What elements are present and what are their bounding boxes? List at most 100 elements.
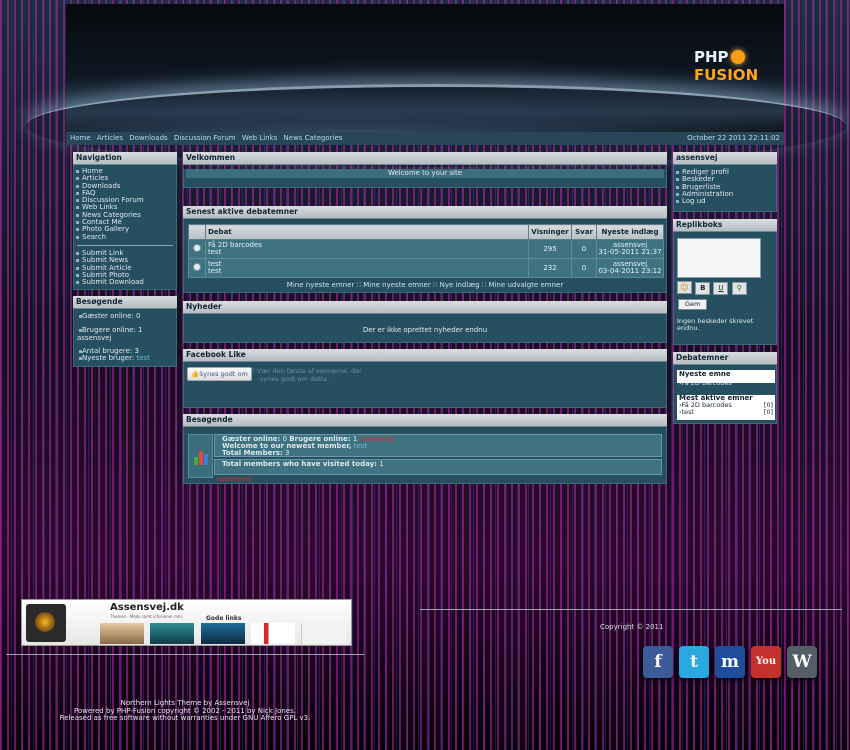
thread-last-post: assensvej 03-04-2011 23:12: [596, 258, 664, 278]
promo-banner[interactable]: Assensvej.dk Themes - Mods samt infusion…: [21, 599, 352, 646]
topnav-downloads[interactable]: Downloads: [129, 134, 167, 142]
link-logout[interactable]: Log ud: [674, 197, 776, 205]
active-topics-box: Mest aktive emner ›Få 2D barcodes [0] ›te…: [677, 395, 775, 421]
nav-submit-download[interactable]: Submit Download: [74, 278, 176, 286]
myspace-icon[interactable]: m: [715, 646, 745, 678]
col-icon-header: [188, 224, 206, 240]
topics-title: Debatemner: [673, 352, 777, 366]
newest-topic-link[interactable]: Få 2D barcodes: [682, 379, 732, 387]
promo-thumb-1: [100, 623, 144, 644]
guests-online: Gæster online: 0: [77, 313, 174, 320]
col-last-post-header: Nyeste indlæg: [596, 224, 664, 240]
thread-topic-link[interactable]: Få 2D barcodes: [208, 242, 527, 249]
facebook-like-text: f Vær den første af vennerne, der synes g…: [252, 367, 362, 383]
center-column: Velkommen Welcome to your site Senest ak…: [183, 152, 667, 484]
logo-orb-icon: [730, 50, 745, 64]
newest-user-link[interactable]: test: [136, 354, 149, 362]
nav-divider: [77, 244, 173, 246]
threads-title: Senest aktive debatemner: [183, 206, 667, 219]
facebook-like-button[interactable]: 👍Synes godt om: [187, 367, 252, 381]
navigation-panel-title: Navigation: [73, 152, 177, 165]
table-row[interactable]: Få 2D barcodes test 295 0 assensvej 31-05-…: [188, 239, 664, 259]
newest-topic-item: ›Få 2D barcodes: [679, 379, 732, 388]
thread-topic-cell: Få 2D barcodes test: [205, 239, 529, 259]
topnav-news-categories[interactable]: News Categories: [284, 134, 343, 142]
threads-panel: Debat Visninger Svar Nyeste indlæg Få 2D…: [183, 219, 667, 293]
user-panel-title: assensvej: [673, 152, 777, 165]
total-members-label: Total Members:: [222, 449, 283, 457]
col-replies-header: Svar: [571, 224, 597, 240]
link-icon[interactable]: ⚲: [731, 282, 747, 296]
visited-today-label: Total members who have visited today:: [222, 460, 377, 468]
date-time: October 22 2011 22:11:02: [687, 134, 780, 142]
welcome-text: Welcome to your site: [186, 169, 664, 178]
topics-panel: Nyeste emne ›Få 2D barcodes Mest aktive …: [673, 365, 777, 425]
wordpress-icon[interactable]: W: [787, 646, 817, 678]
welcome-panel: Welcome to your site: [183, 169, 667, 188]
stats-chart-icon: [194, 451, 208, 465]
col-debat-header: Debat: [205, 224, 529, 240]
logo-text-php: PHP: [694, 48, 729, 66]
nav-search[interactable]: Search: [74, 233, 176, 241]
underline-icon[interactable]: U: [713, 282, 729, 296]
facebook-icon[interactable]: f: [643, 646, 673, 678]
thread-author[interactable]: test: [208, 249, 527, 256]
news-empty-text: Der er ikke oprettet nyheder endnu: [362, 326, 488, 334]
like-button-label: Synes godt om: [199, 370, 248, 378]
active-topic-link[interactable]: ›test: [679, 409, 694, 416]
last-post-date: 03-04-2011 23:12: [598, 267, 662, 275]
footer-line-right: [420, 609, 842, 610]
promo-thumb-4: [251, 623, 295, 644]
list-item[interactable]: ›test [0]: [679, 409, 775, 416]
visited-today-user[interactable]: assensvej: [217, 475, 251, 483]
users-online: Brugere online: 1: [77, 326, 174, 334]
thread-author[interactable]: test: [208, 268, 527, 275]
youtube-icon[interactable]: You: [751, 646, 781, 678]
thread-status-icon: [193, 244, 201, 252]
thread-views: 295: [528, 239, 572, 259]
forum-links: Mine nyeste emner ∷ Mine nyeste emner ∷ …: [286, 281, 564, 289]
shoutbox-panel: ☺ B U ⚲ Gem Ingen beskeder skrevet endnu…: [673, 232, 777, 346]
promo-logo-image: [26, 604, 66, 642]
link-my-topics[interactable]: Mine nyeste emner: [287, 281, 355, 289]
thread-last-post: assensvej 31-05-2011 21:37: [596, 239, 664, 259]
shoutbox-toolbar: ☺ B U ⚲: [677, 281, 747, 296]
thread-topic-link[interactable]: test: [208, 261, 527, 268]
footer-credits: Northern Lights Theme by Assensvej Power…: [20, 699, 350, 723]
thread-views: 232: [528, 258, 572, 278]
newest-user-label: Nyeste bruger:: [82, 354, 135, 363]
newest-user-row: Nyeste bruger: test: [77, 355, 174, 362]
topnav-weblinks[interactable]: Web Links: [242, 134, 277, 142]
welcome-title: Velkommen: [183, 152, 667, 165]
visited-today-box: Total members who have visited today: 1: [214, 459, 662, 475]
fb-text-line2: synes godt om dette.: [260, 375, 330, 383]
thread-status-icon: [193, 263, 201, 271]
twitter-icon[interactable]: t: [679, 646, 709, 678]
visitors-center-panel: Gæster online: 0 Brugere online: 1 assen…: [183, 427, 667, 484]
shoutbox-title: Replikboks: [673, 219, 777, 233]
promo-thumb-3: [201, 623, 245, 644]
shoutbox-textarea[interactable]: [677, 238, 761, 279]
topnav-forum[interactable]: Discussion Forum: [174, 134, 236, 142]
promo-thumb-2: [150, 623, 194, 644]
link-tracked-threads[interactable]: Mine udvalgte emner: [489, 281, 564, 289]
copyright-text: Copyright © 2011: [600, 623, 664, 631]
header-banner: PHPFUSION: [26, 4, 846, 133]
smiley-icon[interactable]: ☺: [677, 281, 692, 295]
news-title: Nyheder: [183, 301, 667, 314]
save-button[interactable]: Gem: [678, 299, 708, 311]
bold-icon[interactable]: B: [695, 282, 711, 296]
link-new-posts[interactable]: Nye indlæg: [440, 281, 480, 289]
table-row[interactable]: test test 232 0 assensvej 03-04-2011 23:12: [188, 258, 664, 278]
user-panel: Rediger profil Beskeder Brugerliste Admi…: [673, 165, 777, 213]
online-user[interactable]: assensvej: [77, 334, 174, 342]
shoutbox-empty-text: Ingen beskeder skrevet endnu.: [677, 317, 754, 333]
navigation-panel: Home Articles Downloads FAQ Discussion F…: [73, 165, 177, 291]
fb-text-line1: Vær den første af vennerne, der: [256, 367, 362, 375]
topnav-home[interactable]: Home: [70, 134, 91, 142]
total-members-value: 3: [284, 449, 290, 457]
newest-member-link[interactable]: test: [354, 442, 367, 450]
php-fusion-logo[interactable]: PHPFUSION: [694, 48, 784, 84]
link-my-posts[interactable]: Mine nyeste emner: [363, 281, 431, 289]
topnav-articles[interactable]: Articles: [97, 134, 123, 142]
